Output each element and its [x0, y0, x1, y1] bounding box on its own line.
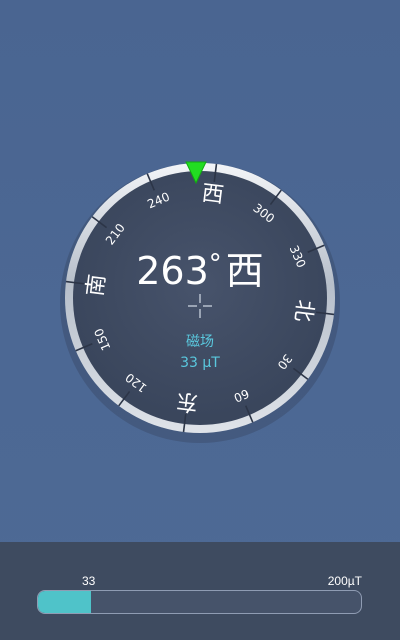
cardinal-label: 南 — [83, 273, 110, 298]
cardinal-label: 西 — [200, 181, 225, 208]
field-label: 磁场 — [186, 334, 214, 350]
magnetic-field-panel: 33 200µT — [0, 542, 400, 640]
field-max-label: 200µT — [327, 574, 362, 588]
cardinal-label: 北 — [289, 298, 316, 323]
field-strength-bar — [37, 590, 362, 614]
heading-readout: 263° 西 — [136, 249, 264, 293]
heading-value: 263 — [136, 249, 209, 293]
compass-dial: 北东南西3060120150210240300330 263° 西 磁场 33 µ… — [60, 161, 340, 443]
cardinal-label: 东 — [175, 387, 200, 414]
field-value: 33 µT — [180, 355, 220, 371]
field-current-label: 33 — [82, 574, 96, 588]
field-strength-fill — [38, 591, 92, 613]
degree-symbol: ° — [209, 249, 222, 279]
heading-direction: 西 — [226, 249, 264, 293]
